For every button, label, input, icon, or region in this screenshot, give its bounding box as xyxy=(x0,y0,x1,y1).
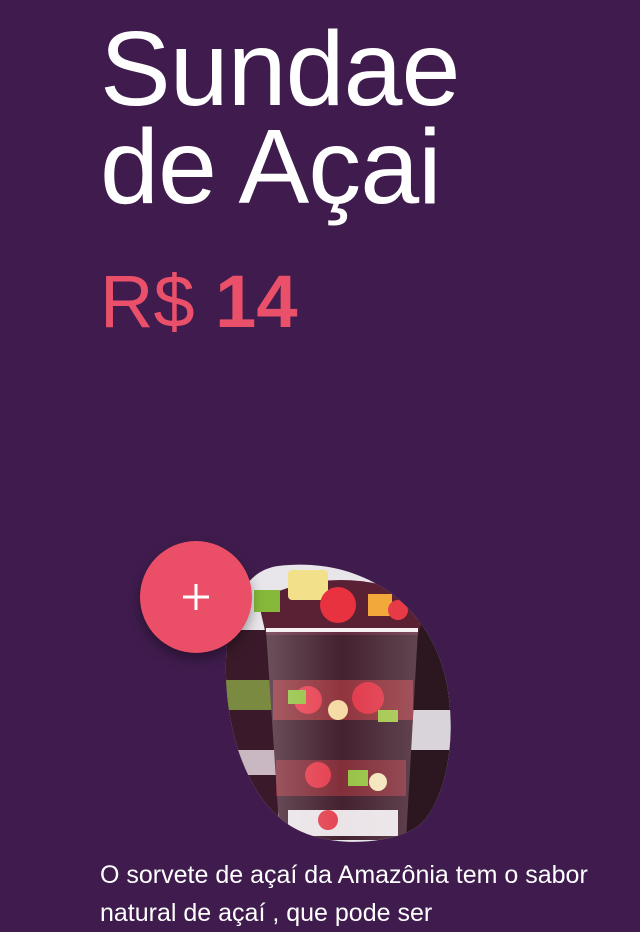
plus-icon xyxy=(183,584,209,610)
product-title-line-2: de Açai xyxy=(100,108,442,226)
product-title-line-1: Sundae xyxy=(100,10,460,128)
product-price: R$ 14 xyxy=(100,262,297,342)
add-to-cart-button[interactable] xyxy=(140,541,252,653)
product-title: Sundae de Açai xyxy=(100,10,460,226)
price-currency: R$ xyxy=(100,260,195,343)
product-description: O sorvete de açaí da Amazônia tem o sabo… xyxy=(100,861,588,927)
price-amount: 14 xyxy=(215,260,298,343)
product-image xyxy=(218,560,456,844)
